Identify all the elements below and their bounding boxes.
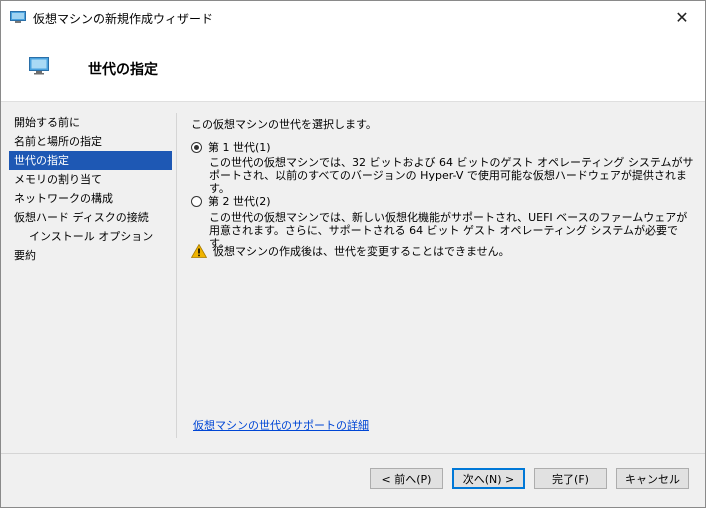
generation-1-description: この世代の仮想マシンでは、32 ビットおよび 64 ビットのゲスト オペレーティ… [209, 156, 694, 195]
warning-icon [191, 244, 207, 258]
wizard-step-list: 開始する前に 名前と場所の指定 世代の指定 メモリの割り当て ネットワークの構成… [9, 113, 172, 265]
generation-1-option[interactable]: 第 1 世代(1) [191, 139, 271, 155]
close-button[interactable]: ✕ [659, 1, 705, 33]
wizard-header: 世代の指定 [1, 33, 705, 102]
warning-text: 仮想マシンの作成後は、世代を変更することはできません。 [213, 245, 510, 258]
step-name-and-location[interactable]: 名前と場所の指定 [9, 132, 172, 151]
next-button[interactable]: 次へ(N) > [452, 468, 525, 489]
footer-divider [1, 453, 705, 454]
generation-2-option[interactable]: 第 2 世代(2) [191, 193, 271, 209]
page-title: 世代の指定 [88, 62, 158, 78]
generation-1-radio[interactable] [191, 141, 202, 153]
wizard-window: 仮想マシンの新規作成ウィザード ✕ 世代の指定 開始する前に 名前と場所の指定 … [0, 0, 706, 508]
generation-2-label[interactable]: 第 2 世代(2) [208, 193, 271, 209]
instruction-text: この仮想マシンの世代を選択します。 [191, 118, 377, 131]
step-assign-memory[interactable]: メモリの割り当て [9, 170, 172, 189]
generation-1-label[interactable]: 第 1 世代(1) [208, 139, 271, 155]
title-bar: 仮想マシンの新規作成ウィザード ✕ [1, 1, 705, 33]
finish-button[interactable]: 完了(F) [534, 468, 607, 489]
generation-support-link[interactable]: 仮想マシンの世代のサポートの詳細 [193, 417, 369, 433]
nav-divider [176, 113, 177, 438]
generation-2-radio[interactable] [191, 195, 202, 207]
cancel-button[interactable]: キャンセル [616, 468, 689, 489]
step-summary[interactable]: 要約 [9, 246, 172, 265]
back-button[interactable]: < 前へ(P) [370, 468, 443, 489]
close-icon: ✕ [675, 7, 689, 27]
step-before-you-begin[interactable]: 開始する前に [9, 113, 172, 132]
warning-message: 仮想マシンの作成後は、世代を変更することはできません。 [191, 243, 510, 259]
step-connect-virtual-hard-disk[interactable]: 仮想ハード ディスクの接続 [9, 208, 172, 227]
virtual-machine-icon [29, 57, 49, 75]
step-specify-generation[interactable]: 世代の指定 [9, 151, 172, 170]
window-title: 仮想マシンの新規作成ウィザード [33, 12, 214, 26]
hyper-v-vm-icon [10, 11, 26, 23]
step-configure-networking[interactable]: ネットワークの構成 [9, 189, 172, 208]
step-installation-options[interactable]: インストール オプション [9, 227, 172, 246]
